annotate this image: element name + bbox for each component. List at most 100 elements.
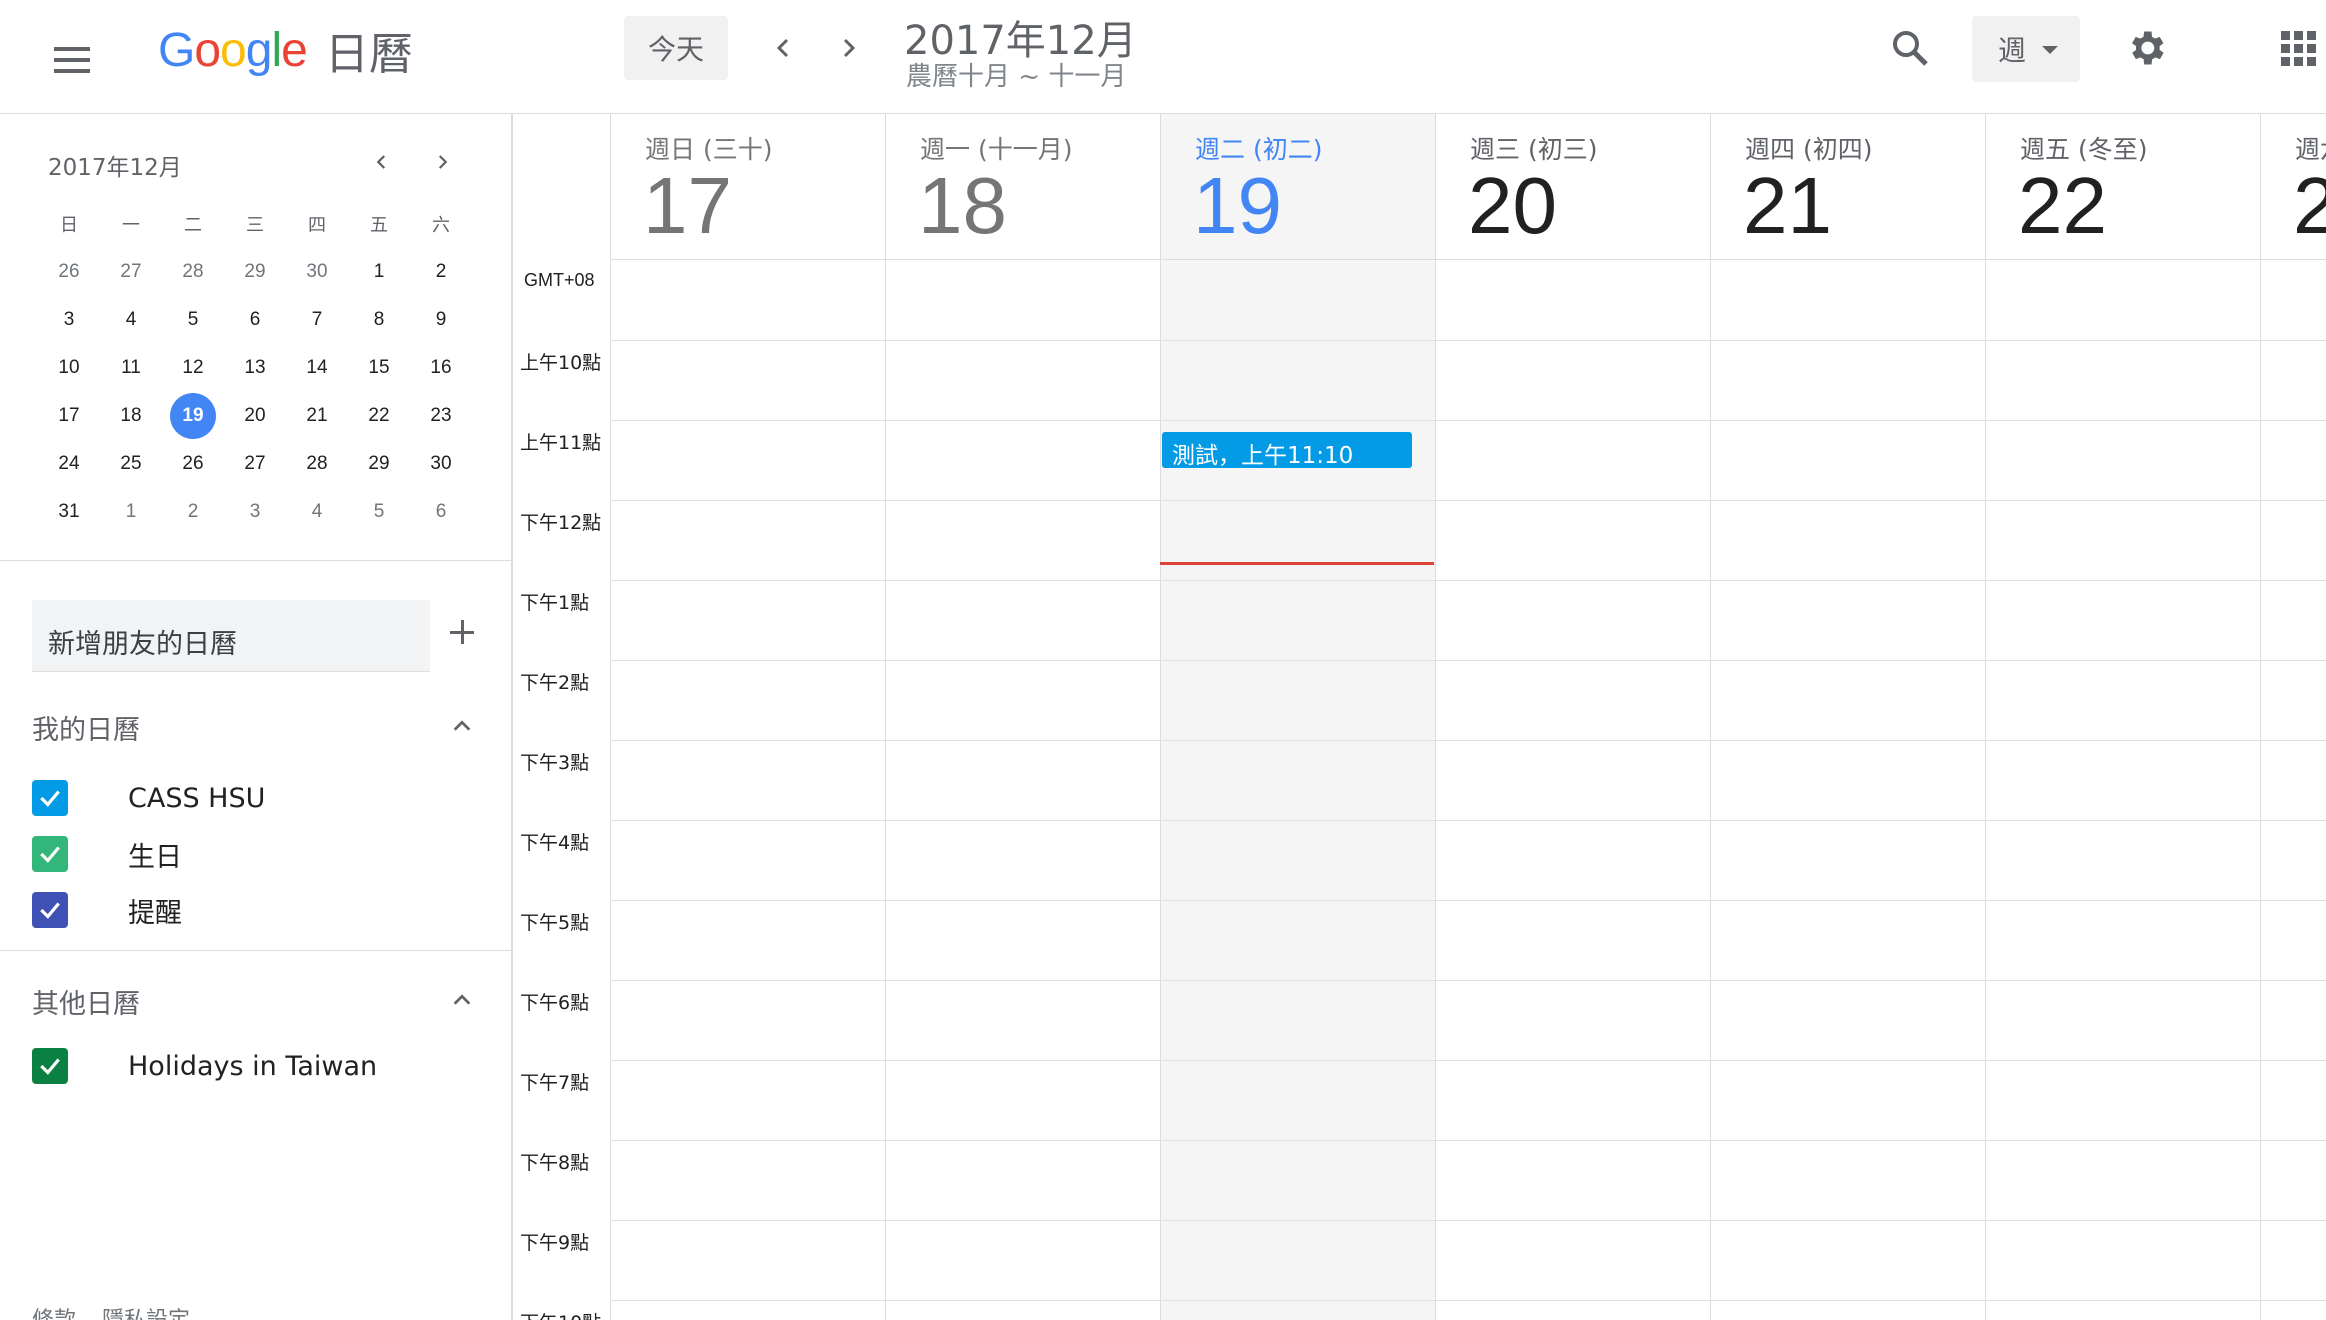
day-header[interactable]: 週一 (十一月) 18	[885, 114, 1160, 260]
mini-day-number: 27	[244, 453, 266, 474]
mini-day-cell[interactable]: 31	[38, 488, 100, 536]
day-number[interactable]: 18	[918, 158, 1007, 254]
chevron-up-icon[interactable]	[444, 982, 480, 1018]
day-column[interactable]	[1160, 260, 1435, 1320]
mini-chevron-right-icon[interactable]	[422, 142, 462, 182]
mini-day-cell[interactable]: 1	[100, 488, 162, 536]
mini-day-cell[interactable]: 26	[38, 248, 100, 296]
mini-day-cell[interactable]: 27	[100, 248, 162, 296]
mini-day-cell[interactable]: 28	[286, 440, 348, 488]
hour-label: 上午10點	[520, 352, 602, 374]
checkbox-checked-icon[interactable]	[32, 780, 68, 816]
mini-day-cell[interactable]: 20	[224, 392, 286, 440]
mini-day-cell[interactable]: 3	[38, 296, 100, 344]
mini-day-cell[interactable]: 29	[224, 248, 286, 296]
mini-day-cell[interactable]: 29	[348, 440, 410, 488]
mini-day-cell[interactable]: 2	[410, 248, 472, 296]
day-column[interactable]	[885, 260, 1160, 1320]
mini-day-cell[interactable]: 9	[410, 296, 472, 344]
calendar-item[interactable]: CASS HSU	[32, 780, 265, 816]
day-column[interactable]	[1435, 260, 1710, 1320]
day-header[interactable]: 週三 (初三) 20	[1435, 114, 1710, 260]
mini-day-cell[interactable]: 7	[286, 296, 348, 344]
mini-day-cell[interactable]: 4	[100, 296, 162, 344]
day-header[interactable]: 週二 (初二) 19	[1160, 114, 1435, 260]
google-calendar-logo[interactable]: Google 日曆	[158, 20, 413, 81]
mini-day-cell[interactable]: 30	[286, 248, 348, 296]
mini-day-number: 21	[306, 405, 328, 426]
mini-day-number: 24	[58, 453, 80, 474]
checkbox-checked-icon[interactable]	[32, 892, 68, 928]
hamburger-menu-icon[interactable]	[40, 28, 104, 92]
mini-day-cell[interactable]: 19	[162, 392, 224, 440]
mini-day-cell[interactable]: 6	[410, 488, 472, 536]
gear-icon[interactable]	[2118, 20, 2174, 76]
day-column[interactable]	[1985, 260, 2260, 1320]
hour-gridline	[610, 1060, 2326, 1061]
mini-day-number: 26	[182, 453, 204, 474]
mini-day-cell[interactable]: 2	[162, 488, 224, 536]
day-number[interactable]: 22	[2018, 158, 2107, 254]
mini-day-cell[interactable]: 6	[224, 296, 286, 344]
chevron-left-icon[interactable]	[756, 20, 812, 76]
mini-day-cell[interactable]: 1	[348, 248, 410, 296]
mini-day-cell[interactable]: 15	[348, 344, 410, 392]
hour-gridline	[610, 660, 2326, 661]
day-column[interactable]	[2260, 260, 2326, 1320]
timezone-label: GMT+08	[524, 270, 595, 290]
mini-day-cell[interactable]: 28	[162, 248, 224, 296]
day-number[interactable]: 23	[2293, 158, 2326, 254]
mini-day-cell[interactable]: 17	[38, 392, 100, 440]
mini-day-cell[interactable]: 13	[224, 344, 286, 392]
mini-day-cell[interactable]: 24	[38, 440, 100, 488]
mini-day-cell[interactable]: 16	[410, 344, 472, 392]
mini-day-cell[interactable]: 21	[286, 392, 348, 440]
day-number[interactable]: 20	[1468, 158, 1557, 254]
calendar-event[interactable]: 測試，上午11:10	[1162, 432, 1412, 468]
chevron-up-icon[interactable]	[444, 708, 480, 744]
calendar-item[interactable]: Holidays in Taiwan	[32, 1048, 377, 1084]
apps-grid-icon[interactable]	[2270, 20, 2326, 76]
mini-day-cell[interactable]: 18	[100, 392, 162, 440]
mini-day-cell[interactable]: 22	[348, 392, 410, 440]
terms-link[interactable]: 條款	[32, 1308, 76, 1320]
plus-icon[interactable]	[444, 614, 480, 650]
calendar-item[interactable]: 生日	[32, 836, 182, 873]
search-icon[interactable]	[1882, 20, 1938, 76]
chevron-right-icon[interactable]	[820, 20, 876, 76]
add-friend-calendar-input[interactable]: 新增朋友的日曆	[32, 600, 430, 672]
mini-day-cell[interactable]: 27	[224, 440, 286, 488]
day-header[interactable]: 週四 (初四) 21	[1710, 114, 1985, 260]
mini-day-cell[interactable]: 30	[410, 440, 472, 488]
mini-day-cell[interactable]: 11	[100, 344, 162, 392]
day-number[interactable]: 19	[1193, 158, 1282, 254]
mini-day-cell[interactable]: 4	[286, 488, 348, 536]
checkbox-checked-icon[interactable]	[32, 836, 68, 872]
view-selector-label: 週	[1998, 34, 2027, 67]
privacy-link[interactable]: 隱私設定	[102, 1308, 190, 1320]
mini-day-cell[interactable]: 3	[224, 488, 286, 536]
mini-day-cell[interactable]: 14	[286, 344, 348, 392]
mini-day-cell[interactable]: 23	[410, 392, 472, 440]
calendar-item[interactable]: 提醒	[32, 892, 182, 929]
day-header[interactable]: 週六 (初五)23	[2260, 114, 2326, 260]
week-view: GMT+08 週日 (三十) 17 週一 (十一月) 18 週二 (初二) 19 週三 (初…	[512, 114, 2326, 1320]
mini-day-cell[interactable]: 25	[100, 440, 162, 488]
mini-day-cell[interactable]: 8	[348, 296, 410, 344]
day-header[interactable]: 週日 (三十) 17	[610, 114, 885, 260]
mini-chevron-left-icon[interactable]	[362, 142, 402, 182]
checkbox-checked-icon[interactable]	[32, 1048, 68, 1084]
day-number[interactable]: 21	[1743, 158, 1832, 254]
day-number[interactable]: 17	[643, 158, 732, 254]
day-column[interactable]	[610, 260, 885, 1320]
mini-day-cell[interactable]: 10	[38, 344, 100, 392]
mini-day-cell[interactable]: 5	[348, 488, 410, 536]
hour-gridline	[610, 900, 2326, 901]
view-selector[interactable]: 週	[1972, 16, 2080, 82]
mini-day-cell[interactable]: 26	[162, 440, 224, 488]
today-button[interactable]: 今天	[624, 16, 728, 80]
mini-day-cell[interactable]: 5	[162, 296, 224, 344]
mini-day-cell[interactable]: 12	[162, 344, 224, 392]
day-header[interactable]: 週五 (冬至) 22	[1985, 114, 2260, 260]
day-column[interactable]	[1710, 260, 1985, 1320]
